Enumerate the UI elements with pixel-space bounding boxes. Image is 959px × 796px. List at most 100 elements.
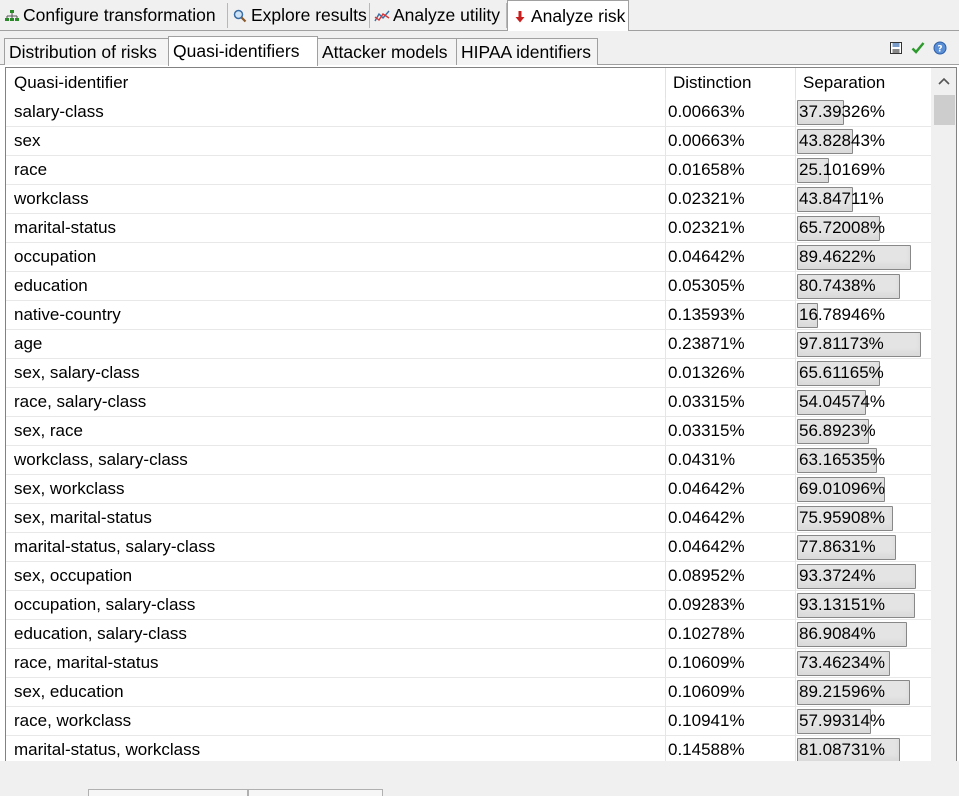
separation-value: 43.84711%: [799, 189, 884, 208]
quasi-identifier-cell: sex, race: [14, 421, 83, 440]
table-row[interactable]: workclass 0.02321% 43.84711%: [6, 185, 931, 214]
tab-analyze-risk[interactable]: Analyze risk: [507, 0, 629, 32]
separation-cell: 89.4622%: [797, 243, 931, 271]
table-row[interactable]: sex 0.00663% 43.82843%: [6, 127, 931, 156]
distinction-cell: 0.00663%: [668, 102, 745, 121]
quasi-identifier-cell: education, salary-class: [14, 624, 187, 643]
separation-cell: 93.13151%: [797, 591, 931, 619]
distinction-cell: 0.04642%: [668, 479, 745, 498]
distinction-cell: 0.04642%: [668, 508, 745, 527]
separation-value: 75.95908%: [799, 508, 886, 527]
tab-label: Configure transformation: [23, 5, 216, 25]
tab-quasi-identifiers[interactable]: Quasi-identifiers: [168, 36, 318, 66]
separation-cell: 57.99314%: [797, 707, 931, 735]
separation-cell: 65.72008%: [797, 214, 931, 242]
separation-cell: 56.8923%: [797, 417, 931, 445]
table-row[interactable]: sex, marital-status 0.04642% 75.95908%: [6, 504, 931, 533]
table-row[interactable]: race, workclass 0.10941% 57.99314%: [6, 707, 931, 736]
quasi-identifier-cell: marital-status, workclass: [14, 740, 201, 759]
table-row[interactable]: native-country 0.13593% 16.78946%: [6, 301, 931, 330]
separation-value: 25.10169%: [799, 160, 886, 179]
table-row[interactable]: salary-class 0.00663% 37.39326%: [6, 98, 931, 127]
distinction-cell: 0.03315%: [668, 421, 745, 440]
tab-explore-results[interactable]: Explore results: [228, 0, 370, 31]
table-row[interactable]: education, salary-class 0.10278% 86.9084%: [6, 620, 931, 649]
quasi-identifier-cell: race, marital-status: [14, 653, 159, 672]
vertical-scrollbar[interactable]: [931, 68, 956, 788]
column-header-distinction[interactable]: Distinction: [665, 68, 795, 98]
separation-cell: 77.8631%: [797, 533, 931, 561]
tab-configure-transformation[interactable]: Configure transformation: [0, 0, 228, 31]
quasi-identifier-cell: race, workclass: [14, 711, 132, 730]
check-icon[interactable]: [909, 39, 927, 57]
quasi-identifier-cell: race: [14, 160, 48, 179]
separation-value: 80.7438%: [799, 276, 876, 295]
distinction-cell: 0.03315%: [668, 392, 745, 411]
quasi-identifier-table: Quasi-identifier Distinction Separation …: [5, 67, 957, 789]
separation-cell: 80.7438%: [797, 272, 931, 300]
separation-value: 89.4622%: [799, 247, 876, 266]
tab-attacker-models[interactable]: Attacker models: [317, 38, 457, 65]
table-row[interactable]: workclass, salary-class 0.0431% 63.16535%: [6, 446, 931, 475]
distinction-cell: 0.10609%: [668, 653, 745, 672]
table-row[interactable]: marital-status 0.02321% 65.72008%: [6, 214, 931, 243]
tab-distribution-of-risks[interactable]: Distribution of risks: [4, 38, 169, 65]
distinction-cell: 0.13593%: [668, 305, 745, 324]
separation-value: 65.61165%: [799, 363, 884, 382]
table-row[interactable]: sex, workclass 0.04642% 69.01096%: [6, 475, 931, 504]
table-row[interactable]: sex, salary-class 0.01326% 65.61165%: [6, 359, 931, 388]
separation-cell: 25.10169%: [797, 156, 931, 184]
separation-value: 81.08731%: [799, 740, 886, 759]
separation-value: 97.81173%: [799, 334, 884, 353]
analyze-risk-panel: Distribution of risks Quasi-identifiers …: [0, 31, 959, 796]
tab-analyze-utility[interactable]: Analyze utility: [370, 0, 507, 31]
scrollbar-thumb[interactable]: [934, 95, 955, 125]
distinction-cell: 0.10609%: [668, 682, 745, 701]
table-row[interactable]: race 0.01658% 25.10169%: [6, 156, 931, 185]
table-row[interactable]: occupation, salary-class 0.09283% 93.13151…: [6, 591, 931, 620]
tab-label: Distribution of risks: [9, 41, 157, 62]
distinction-cell: 0.23871%: [668, 334, 745, 353]
column-header-quasi-identifier[interactable]: Quasi-identifier: [6, 68, 665, 98]
table-row[interactable]: sex, education 0.10609% 89.21596%: [6, 678, 931, 707]
tab-label: Explore results: [251, 5, 367, 25]
separation-value: 63.16535%: [799, 450, 886, 469]
tab-label: HIPAA identifiers: [461, 41, 592, 62]
column-header-separation[interactable]: Separation: [795, 68, 931, 98]
tab-label: Attacker models: [322, 41, 448, 62]
perspective-tab-bar: Configure transformation Explore results…: [0, 0, 959, 32]
table-row[interactable]: marital-status, salary-class 0.04642% 77.8…: [6, 533, 931, 562]
table-row[interactable]: race, marital-status 0.10609% 73.46234%: [6, 649, 931, 678]
quasi-identifier-cell: race, salary-class: [14, 392, 147, 411]
quasi-identifier-cell: native-country: [14, 305, 121, 324]
svg-text:?: ?: [937, 45, 942, 55]
quasi-identifier-cell: sex, marital-status: [14, 508, 152, 527]
table-row[interactable]: sex, race 0.03315% 56.8923%: [6, 417, 931, 446]
table-row[interactable]: education 0.05305% 80.7438%: [6, 272, 931, 301]
scroll-up-icon[interactable]: [931, 69, 956, 93]
separation-value: 54.04574%: [799, 392, 886, 411]
separation-cell: 75.95908%: [797, 504, 931, 532]
table-row[interactable]: race, salary-class 0.03315% 54.04574%: [6, 388, 931, 417]
distinction-cell: 0.09283%: [668, 595, 745, 614]
distinction-cell: 0.04642%: [668, 537, 745, 556]
table-row[interactable]: sex, occupation 0.08952% 93.3724%: [6, 562, 931, 591]
configure-icon: [4, 8, 20, 24]
tab-label: Quasi-identifiers: [173, 41, 300, 61]
table-header: Quasi-identifier Distinction Separation: [6, 68, 931, 98]
quasi-identifier-cell: workclass, salary-class: [14, 450, 188, 469]
quasi-identifier-cell: occupation, salary-class: [14, 595, 196, 614]
quasi-identifier-cell: sex, salary-class: [14, 363, 140, 382]
table-row[interactable]: occupation 0.04642% 89.4622%: [6, 243, 931, 272]
tab-hipaa-identifiers[interactable]: HIPAA identifiers: [456, 38, 598, 65]
quasi-identifier-cell: occupation: [14, 247, 97, 266]
separation-cell: 69.01096%: [797, 475, 931, 503]
chart-icon: [374, 8, 390, 24]
quasi-identifier-cell: workclass: [14, 189, 89, 208]
export-icon[interactable]: [887, 39, 905, 57]
separation-value: 16.78946%: [799, 305, 886, 324]
table-row[interactable]: age 0.23871% 97.81173%: [6, 330, 931, 359]
help-icon[interactable]: ?: [931, 39, 949, 57]
quasi-identifier-cell: sex, occupation: [14, 566, 133, 585]
separation-value: 65.72008%: [799, 218, 886, 237]
